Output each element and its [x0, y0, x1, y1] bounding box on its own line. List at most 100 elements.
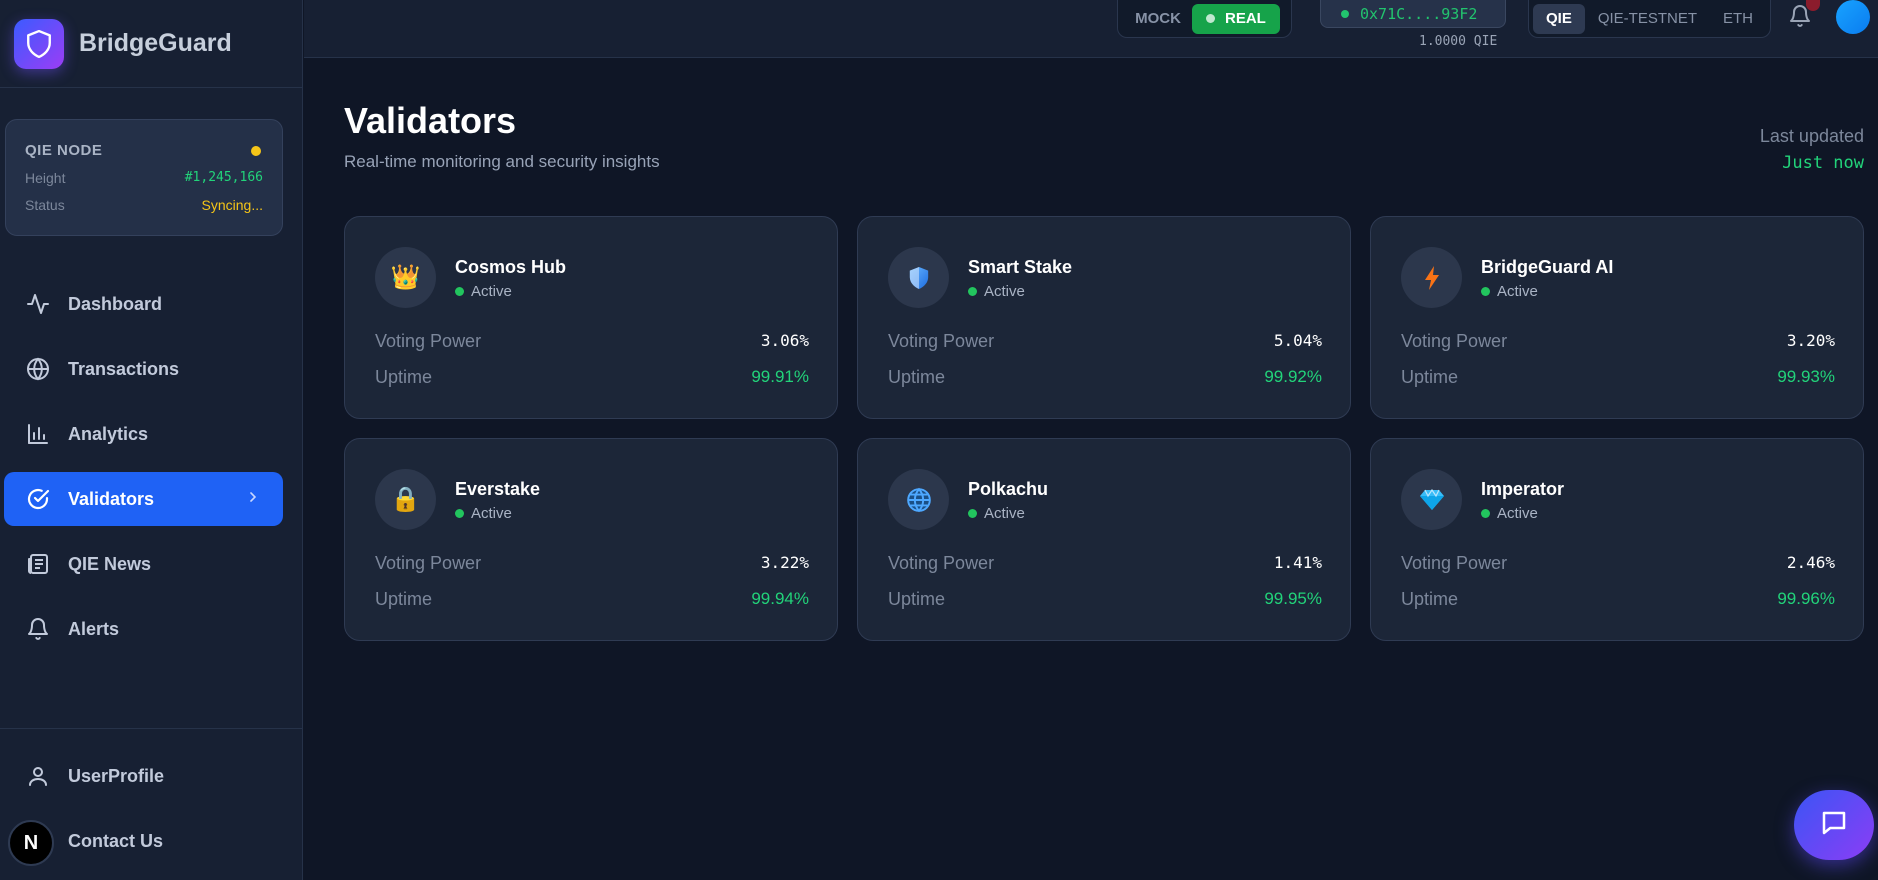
sidebar-item-alerts[interactable]: Alerts	[4, 602, 283, 656]
chat-bubble-icon	[1819, 808, 1849, 843]
bell-icon	[24, 615, 52, 643]
wallet-address-button[interactable]: 0x71C....93F2	[1320, 0, 1506, 28]
validator-name: Everstake	[455, 479, 541, 499]
uptime-value: 99.94%	[751, 589, 809, 608]
top-bar: MOCK REAL 0x71C....93F2 1.0000 QIE QIE Q…	[304, 0, 1878, 58]
voting-power-label: Voting Power	[375, 331, 482, 351]
validator-status: Active	[968, 283, 1025, 300]
validator-card[interactable]: 👑 Cosmos Hub Active Voting Power 3.06% Up…	[344, 216, 838, 419]
node-status-label: Status	[25, 197, 65, 213]
sidebar-nav: Dashboard Transactions Analytics Validat…	[4, 277, 283, 667]
notification-badge	[1806, 0, 1820, 11]
voting-power-value: 2.46%	[1786, 553, 1835, 572]
node-status-value: Syncing...	[201, 197, 263, 213]
mode-real-label: REAL	[1225, 10, 1266, 27]
network-eth-button[interactable]: ETH	[1710, 4, 1766, 34]
sidebar-item-transactions[interactable]: Transactions	[4, 342, 283, 396]
validator-card[interactable]: 🔒 Everstake Active Voting Power 3.22% Upt…	[344, 438, 838, 641]
last-updated-label: Last updated	[1759, 126, 1864, 146]
lock-icon: 🔒	[375, 469, 436, 530]
user-icon	[24, 762, 52, 790]
status-dot-icon	[1481, 287, 1490, 296]
voting-power-label: Voting Power	[888, 553, 995, 573]
network-switcher: QIE QIE-TESTNET ETH	[1528, 0, 1771, 38]
validator-name: Smart Stake	[968, 257, 1073, 277]
validator-status-label: Active	[1497, 505, 1538, 522]
validator-name: Cosmos Hub	[455, 257, 567, 277]
node-status-card: QIE NODE Height #1,245,166 Status Syncin…	[5, 119, 283, 236]
sidebar-item-label: Alerts	[68, 618, 120, 639]
status-dot-icon	[1481, 509, 1490, 518]
voting-power-label: Voting Power	[1401, 553, 1508, 573]
page-title: Validators	[344, 100, 517, 141]
globe-icon	[24, 355, 52, 383]
bar-chart-icon	[24, 420, 52, 448]
lightning-icon	[1401, 247, 1462, 308]
sidebar-item-label: Validators	[68, 488, 155, 509]
sidebar-item-label: Contact Us	[68, 830, 164, 851]
node-title: QIE NODE	[25, 142, 103, 159]
diamond-icon	[1401, 469, 1462, 530]
n-badge-icon[interactable]: N	[8, 820, 54, 866]
network-qie-testnet-button[interactable]: QIE-TESTNET	[1585, 4, 1710, 34]
validator-status: Active	[1481, 283, 1538, 300]
validator-status-label: Active	[471, 283, 512, 300]
uptime-label: Uptime	[1401, 589, 1459, 609]
validator-status: Active	[968, 505, 1025, 522]
node-height-label: Height	[25, 170, 66, 186]
validator-card[interactable]: BridgeGuard AI Active Voting Power 3.20% …	[1370, 216, 1864, 419]
uptime-label: Uptime	[888, 589, 946, 609]
network-qie-button[interactable]: QIE	[1533, 3, 1585, 34]
validator-status: Active	[455, 505, 512, 522]
validator-status: Active	[1481, 505, 1538, 522]
crown-icon: 👑	[375, 247, 436, 308]
check-circle-icon	[24, 485, 52, 513]
sidebar-item-label: Dashboard	[68, 293, 163, 314]
voting-power-value: 5.04%	[1273, 331, 1322, 350]
validator-card[interactable]: Imperator Active Voting Power 2.46% Uptim…	[1370, 438, 1864, 641]
uptime-label: Uptime	[1401, 367, 1459, 387]
shield-icon	[888, 247, 949, 308]
sidebar-item-analytics[interactable]: Analytics	[4, 407, 283, 461]
sidebar-item-dashboard[interactable]: Dashboard	[4, 277, 283, 331]
live-dot-icon	[1206, 14, 1215, 23]
voting-power-label: Voting Power	[375, 553, 482, 573]
sidebar: BridgeGuard QIE NODE Height #1,245,166 S…	[0, 0, 303, 880]
avatar[interactable]	[1836, 0, 1870, 34]
wallet-balance: 1.0000 QIE	[1419, 34, 1498, 49]
validator-name: Imperator	[1481, 479, 1565, 499]
uptime-label: Uptime	[888, 367, 946, 387]
status-dot-icon	[455, 509, 464, 518]
sidebar-item-validators[interactable]: Validators	[4, 472, 283, 526]
status-dot-icon	[455, 287, 464, 296]
validator-status-label: Active	[1497, 283, 1538, 300]
voting-power-label: Voting Power	[888, 331, 995, 351]
validator-status: Active	[455, 283, 512, 300]
validator-card[interactable]: Polkachu Active Voting Power 1.41% Uptime…	[857, 438, 1351, 641]
voting-power-value: 1.41%	[1273, 553, 1322, 572]
sidebar-item-qie-news[interactable]: QIE News	[4, 537, 283, 591]
wallet-address: 0x71C....93F2	[1360, 4, 1478, 23]
last-updated-value: Just now	[1782, 153, 1864, 173]
sidebar-item-user-profile[interactable]: UserProfile	[4, 749, 303, 803]
brand[interactable]: BridgeGuard	[0, 0, 302, 88]
validator-name: BridgeGuard AI	[1481, 257, 1614, 277]
mode-real-button[interactable]: REAL	[1192, 3, 1280, 34]
validator-name: Polkachu	[968, 479, 1049, 499]
status-dot-icon	[968, 509, 977, 518]
uptime-value: 99.93%	[1777, 367, 1835, 386]
mode-mock-button[interactable]: MOCK	[1124, 10, 1192, 27]
chevron-right-icon	[245, 489, 261, 510]
uptime-label: Uptime	[375, 589, 433, 609]
voting-power-value: 3.20%	[1786, 331, 1835, 350]
voting-power-value: 3.22%	[760, 553, 809, 572]
uptime-value: 99.91%	[751, 367, 809, 386]
chat-button[interactable]	[1794, 790, 1874, 860]
validator-status-label: Active	[984, 283, 1025, 300]
voting-power-value: 3.06%	[760, 331, 809, 350]
sidebar-item-label: UserProfile	[68, 765, 165, 786]
validator-card[interactable]: Smart Stake Active Voting Power 5.04% Upt…	[857, 216, 1351, 419]
node-status-dot	[251, 145, 261, 156]
activity-icon	[24, 290, 52, 318]
validator-status-label: Active	[471, 505, 512, 522]
